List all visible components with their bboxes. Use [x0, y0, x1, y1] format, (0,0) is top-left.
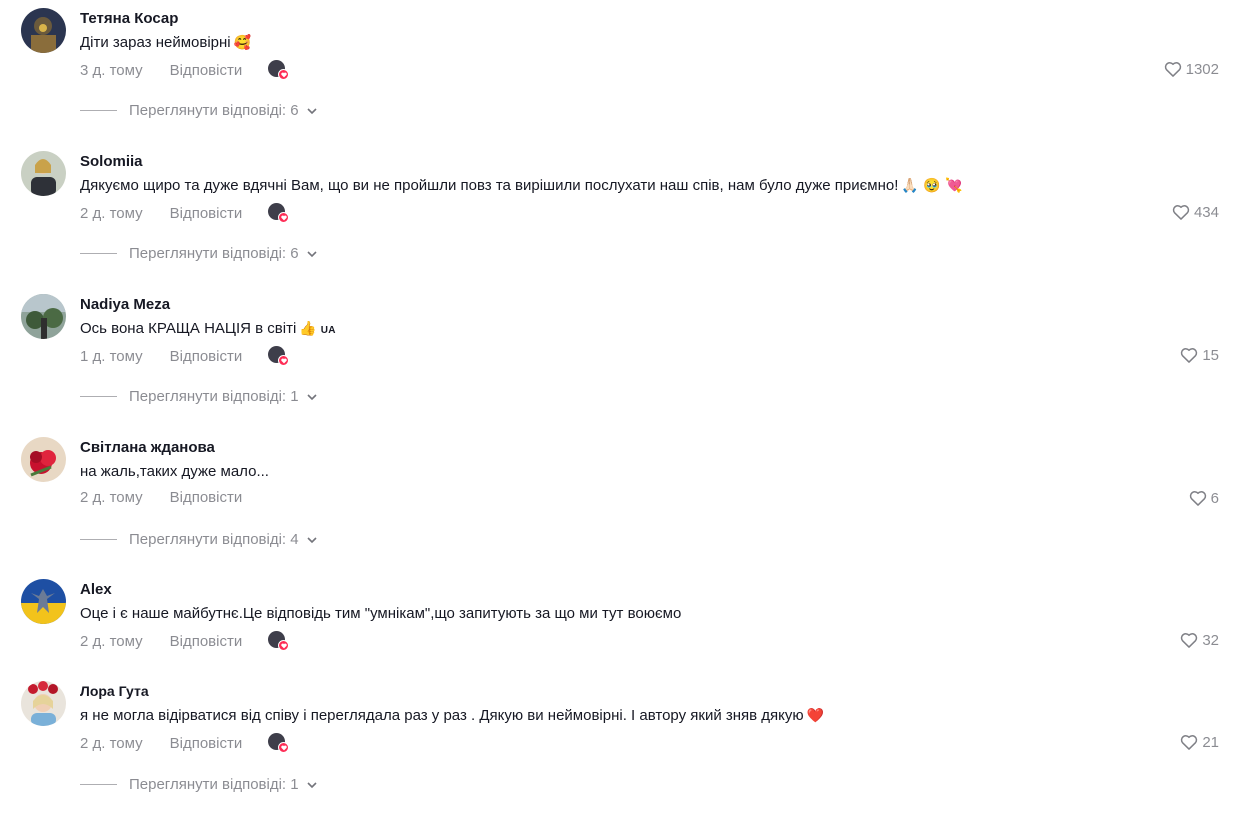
chevron-down-icon	[307, 107, 317, 114]
heart-outline-icon[interactable]	[1163, 59, 1183, 79]
like-count: 1302	[1185, 60, 1219, 78]
comment-item: Світлана жданова на жаль,таких дуже мало…	[0, 437, 1233, 557]
avatar[interactable]	[21, 294, 66, 339]
like-section: 1302	[1163, 59, 1219, 79]
comment-text: Ось вона КРАЩА НАЦІЯ в світі 👍 UA	[80, 320, 336, 337]
comment-meta: 1 д. тому Відповісти	[80, 346, 290, 366]
like-count: 15	[1202, 346, 1219, 364]
like-section: 15	[1179, 345, 1219, 365]
reply-button[interactable]: Відповісти	[170, 205, 243, 222]
avatar[interactable]	[21, 437, 66, 482]
avatar[interactable]	[21, 8, 66, 53]
divider-line	[80, 396, 117, 397]
creator-liked-badge-icon	[268, 733, 290, 753]
comment-time: 3 д. тому	[80, 61, 143, 79]
chevron-down-icon	[307, 781, 317, 788]
divider-line	[80, 539, 117, 540]
view-replies-button[interactable]: Переглянути відповіді: 6	[80, 102, 319, 119]
avatar[interactable]	[21, 151, 66, 196]
creator-liked-badge-icon	[268, 60, 290, 80]
view-replies-button[interactable]: Переглянути відповіді: 1	[80, 388, 319, 405]
creator-liked-badge-icon	[268, 346, 290, 366]
comment-time: 2 д. тому	[80, 734, 143, 752]
creator-liked-badge-icon	[268, 203, 290, 223]
reply-button[interactable]: Відповісти	[170, 348, 243, 365]
comment-author[interactable]: Nadiya Meza	[80, 296, 170, 313]
comment-meta: 3 д. тому Відповісти	[80, 60, 290, 80]
comment-text: Оце і є наше майбутнє.Це відповідь тим "…	[80, 605, 682, 622]
comment-time: 1 д. тому	[80, 347, 143, 365]
flag-label: UA	[320, 325, 336, 336]
avatar[interactable]	[21, 681, 66, 726]
comment-author[interactable]: Alex	[80, 581, 112, 598]
comment-meta: 2 д. тому Відповісти	[80, 489, 268, 506]
emoji: 🙏🏻 🥹 💘	[901, 178, 963, 194]
comment-item: Alex Оце і є наше майбутнє.Це відповідь …	[0, 579, 1233, 659]
view-replies-button[interactable]: Переглянути відповіді: 4	[80, 531, 319, 548]
reply-button[interactable]: Відповісти	[170, 735, 243, 752]
comment-meta: 2 д. тому Відповісти	[80, 203, 290, 223]
heart-outline-icon[interactable]	[1188, 488, 1208, 508]
heart-outline-icon[interactable]	[1179, 630, 1199, 650]
emoji: 🥰	[233, 35, 252, 51]
like-count: 32	[1202, 631, 1219, 649]
comment-text: Діти зараз неймовірні 🥰	[80, 34, 252, 51]
like-section: 32	[1179, 630, 1219, 650]
like-count: 6	[1210, 489, 1219, 507]
comment-text: на жаль,таких дуже мало...	[80, 463, 269, 480]
comment-item: Nadiya Meza Ось вона КРАЩА НАЦІЯ в світі…	[0, 294, 1233, 414]
comment-item: Тетяна Косар Діти зараз неймовірні 🥰 3 д.…	[0, 8, 1233, 128]
chevron-down-icon	[307, 393, 317, 400]
comment-meta: 2 д. тому Відповісти	[80, 631, 290, 651]
comment-item: Лора Гута я не могла відірватися від спі…	[0, 681, 1233, 801]
reply-button[interactable]: Відповісти	[170, 62, 243, 79]
comment-meta: 2 д. тому Відповісти	[80, 733, 290, 753]
comment-time: 2 д. тому	[80, 632, 143, 650]
avatar[interactable]	[21, 579, 66, 624]
like-section: 434	[1171, 202, 1219, 222]
comment-author[interactable]: Світлана жданова	[80, 439, 215, 456]
creator-liked-badge-icon	[268, 631, 290, 651]
view-replies-label: Переглянути відповіді: 6	[129, 102, 299, 119]
chevron-down-icon	[307, 250, 317, 257]
divider-line	[80, 110, 117, 111]
like-section: 6	[1188, 488, 1219, 508]
comment-item: Solomiia Дякуємо щиро та дуже вдячні Вам…	[0, 151, 1233, 271]
divider-line	[80, 253, 117, 254]
view-replies-label: Переглянути відповіді: 1	[129, 776, 299, 793]
comment-time: 2 д. тому	[80, 204, 143, 222]
heart-outline-icon[interactable]	[1179, 345, 1199, 365]
emoji: ❤️	[806, 708, 825, 724]
comment-author[interactable]: Тетяна Косар	[80, 10, 178, 27]
divider-line	[80, 784, 117, 785]
like-count: 434	[1193, 203, 1219, 221]
view-replies-label: Переглянути відповіді: 4	[129, 531, 299, 548]
view-replies-button[interactable]: Переглянути відповіді: 6	[80, 245, 319, 262]
like-section: 21	[1179, 732, 1219, 752]
view-replies-label: Переглянути відповіді: 6	[129, 245, 299, 262]
comment-author[interactable]: Solomiia	[80, 153, 143, 170]
chevron-down-icon	[307, 536, 317, 543]
reply-button[interactable]: Відповісти	[170, 633, 243, 650]
comment-author[interactable]: Лора Гута	[80, 683, 149, 699]
comment-text: Дякуємо щиро та дуже вдячні Вам, що ви н…	[80, 177, 963, 194]
like-count: 21	[1202, 733, 1219, 751]
comment-text: я не могла відірватися від співу і перег…	[80, 707, 825, 724]
view-replies-label: Переглянути відповіді: 1	[129, 388, 299, 405]
comment-time: 2 д. тому	[80, 489, 143, 506]
reply-button[interactable]: Відповісти	[170, 489, 243, 506]
emoji: 👍	[299, 321, 317, 337]
heart-outline-icon[interactable]	[1179, 732, 1199, 752]
heart-outline-icon[interactable]	[1171, 202, 1191, 222]
view-replies-button[interactable]: Переглянути відповіді: 1	[80, 776, 319, 793]
